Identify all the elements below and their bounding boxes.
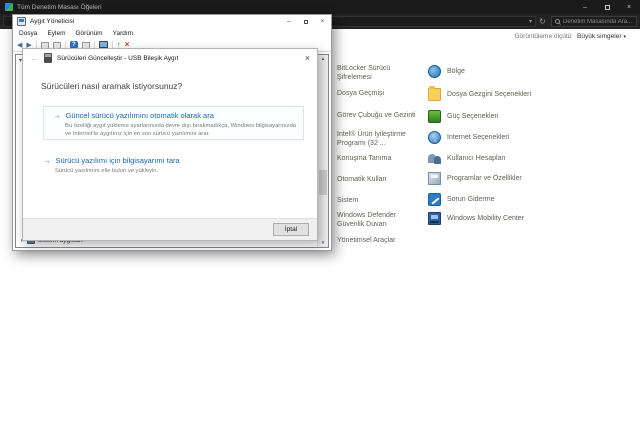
dialog-header: ← Sürücüleri Güncelleştir - USB Bileşik … [23, 49, 317, 67]
folder-icon [428, 88, 441, 101]
option-title: Güncel sürücü yazılımını otomatik olarak… [53, 111, 299, 120]
cp-item-region[interactable]: Bölge [428, 65, 465, 78]
option-title-text: Güncel sürücü yazılımını otomatik olarak… [66, 111, 214, 120]
option-browse-computer[interactable]: Sürücü yazılımı için bilgisayarımı tara … [43, 156, 293, 175]
vertical-scrollbar[interactable]: ▴ ▾ [317, 55, 328, 247]
dialog-close-icon[interactable]: × [305, 54, 310, 63]
users-icon [428, 152, 441, 165]
dialog-footer: İptal [23, 218, 317, 240]
cp-item-programs-features[interactable]: Programlar ve Özellikler [428, 172, 522, 185]
cp-item-label: Güç Seçenekleri [447, 112, 498, 121]
view-by-row: Görüntüleme ölçütü: Büyük simgeler [515, 33, 627, 40]
cp-item-label: Sorun Giderme [447, 195, 494, 204]
cp-item-power-options[interactable]: Güç Seçenekleri [428, 110, 498, 123]
device-manager-menubar: Dosya Eylem Görünüm Yardım [13, 28, 331, 39]
cancel-button[interactable]: İptal [273, 223, 309, 236]
device-manager-controls: – × [280, 15, 331, 28]
option-search-automatic[interactable]: Güncel sürücü yazılımını otomatik olarak… [43, 106, 304, 140]
option-description: Sürücü yazılımını elle bulun ve yükleyin… [55, 167, 293, 175]
cp-item-label: Windows Mobility Center [447, 214, 524, 223]
view-by-dropdown[interactable]: Büyük simgeler [577, 33, 626, 40]
option-description: Bu özelliği aygıt yükleme ayarlarınızda … [65, 122, 303, 139]
menu-yardim[interactable]: Yardım [113, 30, 133, 37]
screen: Tüm Denetim Masası Öğeleri – × ▾ ↻ Denet… [0, 0, 640, 423]
cp-item-internet-options[interactable]: Internet Seçenekleri [428, 131, 509, 144]
option-title-text: Sürücü yazılımı için bilgisayarımı tara [56, 156, 180, 165]
device-manager-titlebar[interactable]: Aygıt Yöneticisi – × [13, 15, 331, 28]
search-icon [555, 19, 560, 24]
cp-item-autoplay[interactable]: Otomatik Kullan [337, 175, 432, 184]
cp-item-intel[interactable]: Intel® Ürün İyileştirme Programı (32 ... [337, 130, 432, 148]
cp-item-explorer-options[interactable]: Dosya Gezgini Seçenekleri [428, 88, 531, 101]
dialog-back-icon[interactable]: ← [30, 54, 39, 63]
close-button[interactable]: × [618, 0, 640, 14]
cp-item-label: Dosya Gezgini Seçenekleri [447, 90, 531, 99]
control-panel-titlebar: Tüm Denetim Masası Öğeleri – × [0, 0, 640, 14]
maximize-icon [605, 5, 610, 10]
device-manager-icon [17, 17, 26, 26]
window-title: Tüm Denetim Masası Öğeleri [17, 4, 102, 11]
cp-item-system[interactable]: Sistem [337, 196, 432, 205]
cp-item-troubleshooting[interactable]: Sorun Giderme [428, 193, 494, 206]
dm-close-button[interactable]: × [314, 15, 331, 28]
dm-maximize-button[interactable] [297, 15, 314, 28]
dialog-title: Sürücüleri Güncelleştir - USB Bileşik Ay… [57, 55, 178, 62]
minimize-button[interactable]: – [574, 0, 596, 14]
region-globe-icon [428, 65, 441, 78]
search-placeholder: Denetim Masasında Ara... [563, 19, 632, 25]
dm-minimize-button[interactable]: – [280, 15, 297, 28]
scroll-up-icon[interactable]: ▴ [318, 56, 328, 62]
window-controls: – × [574, 0, 640, 14]
update-driver-dialog: ← Sürücüleri Güncelleştir - USB Bileşik … [22, 48, 318, 241]
cp-item-speech[interactable]: Konuşma Tanıma [337, 154, 432, 163]
cp-item-label: Internet Seçenekleri [447, 133, 509, 142]
cp-item-bitlocker[interactable]: BitLocker Sürücü Şifrelemesi [337, 64, 432, 82]
cp-item-user-accounts[interactable]: Kullanıcı Hesapları [428, 152, 506, 165]
cp-item-file-history[interactable]: Dosya Geçmişi [337, 89, 432, 98]
menu-gorunum[interactable]: Görünüm [76, 30, 103, 37]
scroll-down-icon[interactable]: ▾ [318, 240, 328, 246]
laptop-icon [428, 212, 441, 225]
power-icon [428, 110, 441, 123]
search-input[interactable]: Denetim Masasında Ara... [551, 16, 637, 27]
menu-eylem[interactable]: Eylem [47, 30, 65, 37]
cp-item-label: Programlar ve Özellikler [447, 174, 522, 183]
device-manager-title: Aygıt Yöneticisi [30, 18, 74, 25]
internet-globe-icon [428, 131, 441, 144]
dialog-heading: Sürücüleri nasıl aramak istiyorsunuz? [41, 81, 182, 91]
programs-icon [428, 172, 441, 185]
cp-item-mobility-center[interactable]: Windows Mobility Center [428, 212, 524, 225]
troubleshoot-icon [428, 193, 441, 206]
view-by-label: Görüntüleme ölçütü: [515, 33, 574, 40]
cp-item-defender-firewall[interactable]: Windows Defender Güvenlik Duvarı [337, 211, 432, 229]
cp-item-label: Kullanıcı Hesapları [447, 154, 506, 163]
refresh-icon[interactable]: ↻ [536, 18, 549, 26]
cp-item-taskbar[interactable]: Görev Çubuğu ve Gezinti [337, 111, 432, 120]
dm-maximize-icon [304, 20, 308, 24]
driver-device-icon [44, 53, 52, 63]
scrollbar-thumb[interactable] [319, 170, 327, 195]
maximize-button[interactable] [596, 0, 618, 14]
option-title: Sürücü yazılımı için bilgisayarımı tara [43, 156, 293, 165]
control-panel-icon [5, 3, 13, 11]
menu-dosya[interactable]: Dosya [19, 30, 37, 37]
address-dropdown-icon[interactable]: ▾ [529, 19, 532, 25]
cp-item-admin-tools[interactable]: Yönetimsel Araçlar [337, 236, 432, 245]
cp-item-label: Bölge [447, 67, 465, 76]
